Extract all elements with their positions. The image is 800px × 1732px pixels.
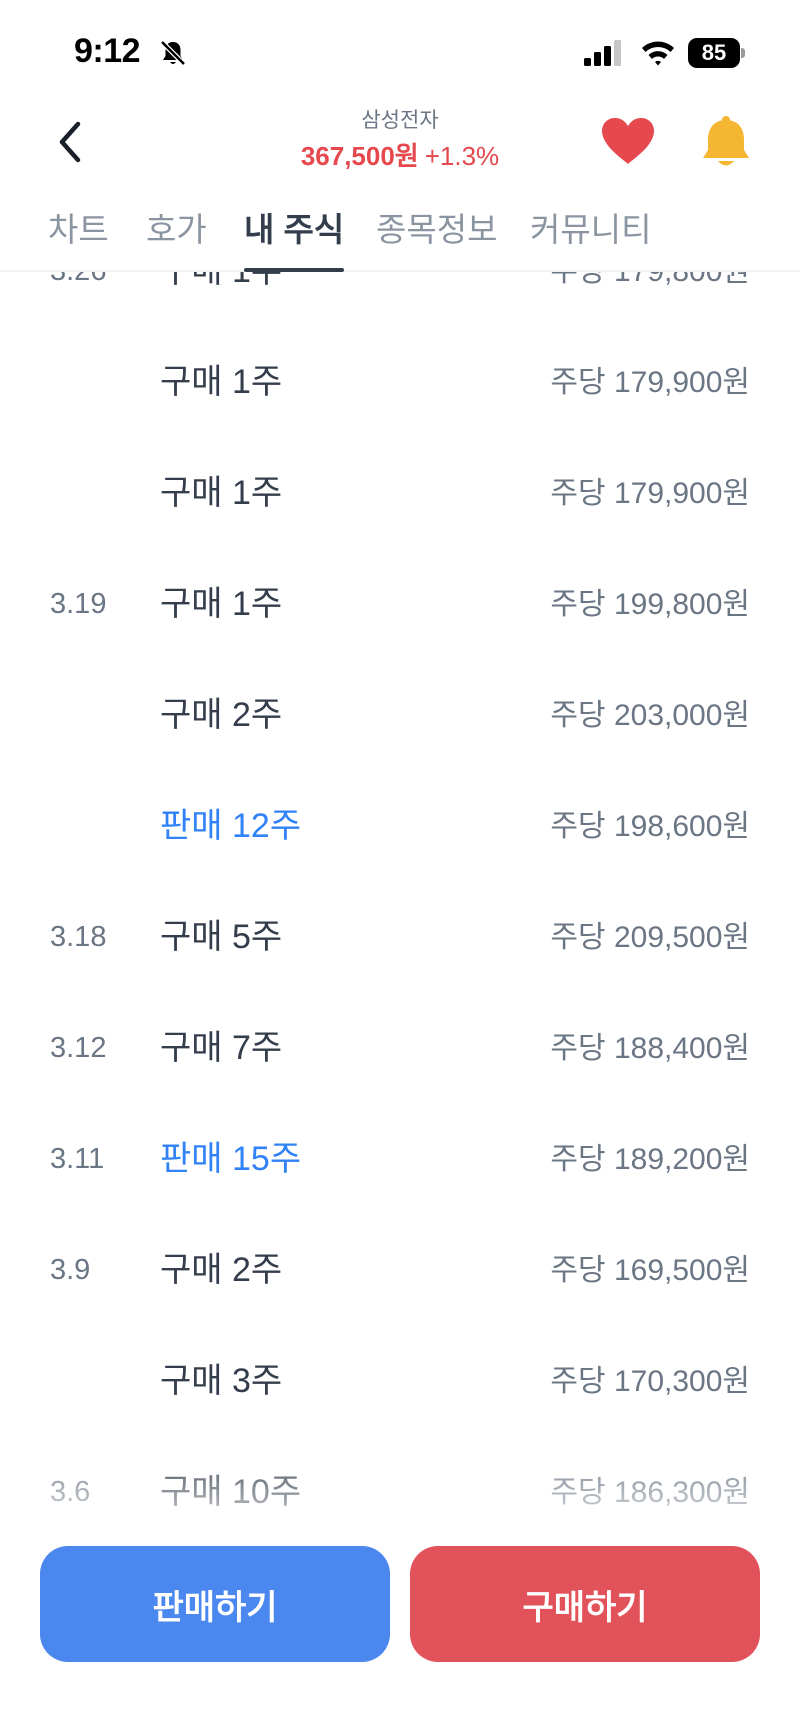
tab-chart[interactable]: 차트 [48,206,109,266]
row-action: 구매 1주 [160,474,283,512]
row-action: 구매 2주 [160,696,283,734]
row-price: 주당 169,500원 [550,1254,750,1287]
active-tab-indicator [244,268,345,272]
heart-icon[interactable] [600,116,656,166]
screen: 9:12 85 삼성전자 367,500원 +1.3% 차트 호가 내 주식 종… [0,0,800,1732]
row-price: 주당 209,500원 [550,921,750,954]
list-item[interactable]: 3.26 구매 1주 주당 179,800원 [0,272,800,327]
buy-button[interactable]: 구매하기 [410,1546,760,1662]
row-date: 3.9 [50,1254,91,1286]
header: 삼성전자 367,500원 +1.3% [0,100,800,200]
row-date: 3.11 [50,1143,105,1175]
row-price: 주당 189,200원 [550,1143,750,1176]
row-price: 주당 186,300원 [550,1476,750,1509]
row-action: 구매 1주 [160,363,283,401]
list-item[interactable]: 구매 2주 주당 203,000원 [0,660,800,771]
transaction-list[interactable]: 3.26 구매 1주 주당 179,800원 구매 1주 주당 179,900원… [0,272,800,1534]
row-action: 판매 12주 [160,807,302,845]
list-item[interactable]: 3.12 구매 7주 주당 188,400원 [0,993,800,1104]
row-price: 주당 179,800원 [550,272,750,327]
battery-icon: 85 [688,38,746,68]
status-time: 9:12 [74,32,141,70]
stock-name: 삼성전자 [361,109,439,132]
tab-bar: 차트 호가 내 주식 종목정보 커뮤니티 [0,200,800,272]
row-action: 구매 3주 [160,1362,283,1400]
tab-community[interactable]: 커뮤니티 [530,206,651,266]
row-action: 구매 5주 [160,918,283,956]
row-price: 주당 179,900원 [550,477,750,510]
price-change: +1.3% [424,141,500,171]
stock-header: 삼성전자 367,500원 +1.3% [200,106,600,176]
cellular-signal-icon [584,40,621,66]
bottom-action-bar: 판매하기 구매하기 [0,1534,800,1732]
price-line: 367,500원 +1.3% [200,136,600,176]
tab-orderbook[interactable]: 호가 [146,206,207,266]
list-item[interactable]: 구매 3주 주당 170,300원 [0,1326,800,1437]
row-action: 구매 2주 [160,1251,283,1289]
row-date: 3.18 [50,921,107,953]
list-item[interactable]: 판매 12주 주당 198,600원 [0,771,800,882]
row-date: 3.19 [50,588,107,620]
row-price: 주당 188,400원 [550,1032,750,1065]
tab-my-stock[interactable]: 내 주식 [244,206,345,272]
list-item[interactable]: 3.19 구매 1주 주당 199,800원 [0,549,800,660]
row-action: 구매 7주 [160,1029,283,1067]
list-item[interactable]: 구매 1주 주당 179,900원 [0,327,800,438]
row-price: 주당 198,600원 [550,810,750,843]
list-item[interactable]: 구매 1주 주당 179,900원 [0,438,800,549]
tab-stock-info[interactable]: 종목정보 [376,206,497,266]
row-action: 판매 15주 [160,1140,302,1178]
row-action: 구매 1주 [160,272,282,327]
list-item[interactable]: 3.18 구매 5주 주당 209,500원 [0,882,800,993]
list-item[interactable]: 3.6 구매 10주 주당 186,300원 [0,1437,800,1534]
row-action: 구매 10주 [160,1473,302,1511]
bell-icon[interactable] [700,114,752,170]
battery-level: 85 [701,40,727,65]
row-price: 주당 199,800원 [550,588,750,621]
wifi-icon [642,41,674,66]
row-price: 주당 203,000원 [550,699,750,732]
tab-my-stock-label: 내 주식 [244,211,345,248]
row-date: 3.6 [50,1476,91,1508]
row-price: 주당 179,900원 [550,366,750,399]
row-date: 3.26 [50,272,106,327]
stock-price: 367,500원 [300,141,419,171]
list-item[interactable]: 3.9 구매 2주 주당 169,500원 [0,1215,800,1326]
sell-button[interactable]: 판매하기 [40,1546,390,1662]
list-item[interactable]: 3.11 판매 15주 주당 189,200원 [0,1104,800,1215]
row-price: 주당 170,300원 [550,1365,750,1398]
bell-slash-icon [160,40,186,66]
chevron-left-icon[interactable] [48,114,92,170]
row-action: 구매 1주 [160,585,283,623]
status-bar: 9:12 85 [0,0,800,100]
row-date: 3.12 [50,1032,107,1064]
